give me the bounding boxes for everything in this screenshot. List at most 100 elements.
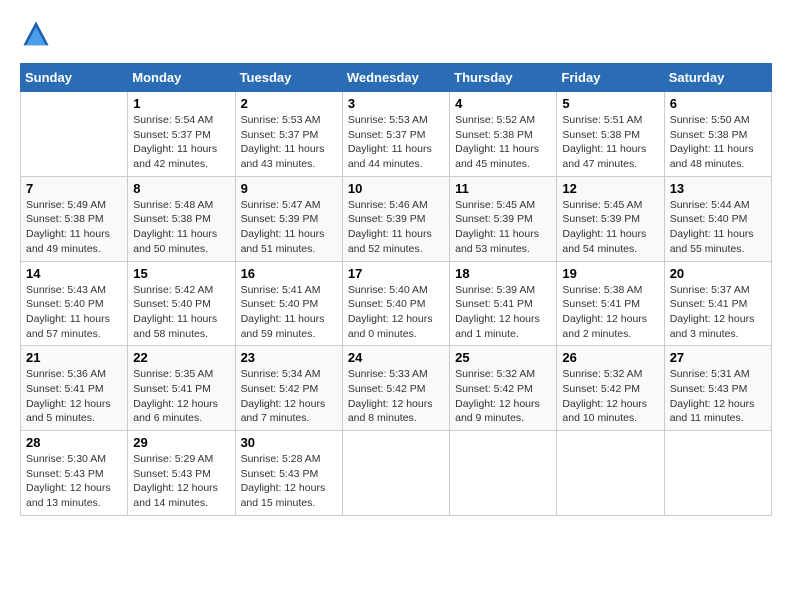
- day-info: Sunrise: 5:45 AMSunset: 5:39 PMDaylight:…: [562, 198, 658, 257]
- day-number: 23: [241, 350, 337, 365]
- calendar-cell: 9 Sunrise: 5:47 AMSunset: 5:39 PMDaylight…: [235, 176, 342, 261]
- day-info: Sunrise: 5:38 AMSunset: 5:41 PMDaylight:…: [562, 283, 658, 342]
- day-number: 19: [562, 266, 658, 281]
- day-number: 6: [670, 96, 766, 111]
- weekday-header-thursday: Thursday: [450, 64, 557, 92]
- calendar-cell: 17 Sunrise: 5:40 AMSunset: 5:40 PMDayligh…: [342, 261, 449, 346]
- day-info: Sunrise: 5:44 AMSunset: 5:40 PMDaylight:…: [670, 198, 766, 257]
- day-number: 4: [455, 96, 551, 111]
- day-info: Sunrise: 5:48 AMSunset: 5:38 PMDaylight:…: [133, 198, 229, 257]
- weekday-header-wednesday: Wednesday: [342, 64, 449, 92]
- day-number: 20: [670, 266, 766, 281]
- calendar-cell: [450, 431, 557, 516]
- day-info: Sunrise: 5:49 AMSunset: 5:38 PMDaylight:…: [26, 198, 122, 257]
- day-number: 30: [241, 435, 337, 450]
- calendar-cell: 5 Sunrise: 5:51 AMSunset: 5:38 PMDaylight…: [557, 92, 664, 177]
- calendar-cell: 19 Sunrise: 5:38 AMSunset: 5:41 PMDayligh…: [557, 261, 664, 346]
- day-number: 10: [348, 181, 444, 196]
- day-info: Sunrise: 5:41 AMSunset: 5:40 PMDaylight:…: [241, 283, 337, 342]
- calendar-cell: 28 Sunrise: 5:30 AMSunset: 5:43 PMDayligh…: [21, 431, 128, 516]
- calendar-cell: 11 Sunrise: 5:45 AMSunset: 5:39 PMDayligh…: [450, 176, 557, 261]
- calendar-cell: 24 Sunrise: 5:33 AMSunset: 5:42 PMDayligh…: [342, 346, 449, 431]
- day-number: 28: [26, 435, 122, 450]
- day-number: 22: [133, 350, 229, 365]
- calendar-cell: 18 Sunrise: 5:39 AMSunset: 5:41 PMDayligh…: [450, 261, 557, 346]
- page-header: [20, 20, 772, 53]
- day-number: 24: [348, 350, 444, 365]
- day-info: Sunrise: 5:29 AMSunset: 5:43 PMDaylight:…: [133, 452, 229, 511]
- day-number: 15: [133, 266, 229, 281]
- calendar-cell: [664, 431, 771, 516]
- day-number: 17: [348, 266, 444, 281]
- day-number: 7: [26, 181, 122, 196]
- day-info: Sunrise: 5:52 AMSunset: 5:38 PMDaylight:…: [455, 113, 551, 172]
- calendar-cell: 21 Sunrise: 5:36 AMSunset: 5:41 PMDayligh…: [21, 346, 128, 431]
- day-info: Sunrise: 5:40 AMSunset: 5:40 PMDaylight:…: [348, 283, 444, 342]
- day-number: 21: [26, 350, 122, 365]
- calendar-cell: 23 Sunrise: 5:34 AMSunset: 5:42 PMDayligh…: [235, 346, 342, 431]
- day-info: Sunrise: 5:34 AMSunset: 5:42 PMDaylight:…: [241, 367, 337, 426]
- calendar-cell: 2 Sunrise: 5:53 AMSunset: 5:37 PMDaylight…: [235, 92, 342, 177]
- day-info: Sunrise: 5:51 AMSunset: 5:38 PMDaylight:…: [562, 113, 658, 172]
- day-number: 9: [241, 181, 337, 196]
- day-number: 13: [670, 181, 766, 196]
- day-number: 16: [241, 266, 337, 281]
- day-number: 29: [133, 435, 229, 450]
- calendar-cell: 12 Sunrise: 5:45 AMSunset: 5:39 PMDayligh…: [557, 176, 664, 261]
- day-info: Sunrise: 5:35 AMSunset: 5:41 PMDaylight:…: [133, 367, 229, 426]
- calendar-cell: 3 Sunrise: 5:53 AMSunset: 5:37 PMDaylight…: [342, 92, 449, 177]
- weekday-header-friday: Friday: [557, 64, 664, 92]
- day-number: 12: [562, 181, 658, 196]
- calendar-cell: 4 Sunrise: 5:52 AMSunset: 5:38 PMDaylight…: [450, 92, 557, 177]
- day-info: Sunrise: 5:28 AMSunset: 5:43 PMDaylight:…: [241, 452, 337, 511]
- day-number: 5: [562, 96, 658, 111]
- calendar-cell: 13 Sunrise: 5:44 AMSunset: 5:40 PMDayligh…: [664, 176, 771, 261]
- logo: [20, 20, 50, 53]
- calendar-cell: 8 Sunrise: 5:48 AMSunset: 5:38 PMDaylight…: [128, 176, 235, 261]
- day-info: Sunrise: 5:33 AMSunset: 5:42 PMDaylight:…: [348, 367, 444, 426]
- day-info: Sunrise: 5:53 AMSunset: 5:37 PMDaylight:…: [241, 113, 337, 172]
- day-info: Sunrise: 5:36 AMSunset: 5:41 PMDaylight:…: [26, 367, 122, 426]
- day-info: Sunrise: 5:32 AMSunset: 5:42 PMDaylight:…: [562, 367, 658, 426]
- day-number: 3: [348, 96, 444, 111]
- day-number: 2: [241, 96, 337, 111]
- day-info: Sunrise: 5:42 AMSunset: 5:40 PMDaylight:…: [133, 283, 229, 342]
- day-info: Sunrise: 5:32 AMSunset: 5:42 PMDaylight:…: [455, 367, 551, 426]
- day-info: Sunrise: 5:45 AMSunset: 5:39 PMDaylight:…: [455, 198, 551, 257]
- calendar-cell: 10 Sunrise: 5:46 AMSunset: 5:39 PMDayligh…: [342, 176, 449, 261]
- calendar-cell: 15 Sunrise: 5:42 AMSunset: 5:40 PMDayligh…: [128, 261, 235, 346]
- calendar-cell: 16 Sunrise: 5:41 AMSunset: 5:40 PMDayligh…: [235, 261, 342, 346]
- calendar-cell: [21, 92, 128, 177]
- day-info: Sunrise: 5:47 AMSunset: 5:39 PMDaylight:…: [241, 198, 337, 257]
- calendar-cell: 27 Sunrise: 5:31 AMSunset: 5:43 PMDayligh…: [664, 346, 771, 431]
- day-number: 8: [133, 181, 229, 196]
- calendar-cell: [557, 431, 664, 516]
- weekday-header-tuesday: Tuesday: [235, 64, 342, 92]
- day-number: 18: [455, 266, 551, 281]
- calendar-table: SundayMondayTuesdayWednesdayThursdayFrid…: [20, 63, 772, 516]
- calendar-cell: 7 Sunrise: 5:49 AMSunset: 5:38 PMDaylight…: [21, 176, 128, 261]
- day-info: Sunrise: 5:46 AMSunset: 5:39 PMDaylight:…: [348, 198, 444, 257]
- calendar-cell: 22 Sunrise: 5:35 AMSunset: 5:41 PMDayligh…: [128, 346, 235, 431]
- day-info: Sunrise: 5:43 AMSunset: 5:40 PMDaylight:…: [26, 283, 122, 342]
- calendar-cell: 6Sunrise: 5:50 AMSunset: 5:38 PMDaylight…: [664, 92, 771, 177]
- calendar-cell: 20 Sunrise: 5:37 AMSunset: 5:41 PMDayligh…: [664, 261, 771, 346]
- day-info: Sunrise: 5:39 AMSunset: 5:41 PMDaylight:…: [455, 283, 551, 342]
- day-info: Sunrise: 5:53 AMSunset: 5:37 PMDaylight:…: [348, 113, 444, 172]
- day-number: 27: [670, 350, 766, 365]
- day-info: Sunrise: 5:30 AMSunset: 5:43 PMDaylight:…: [26, 452, 122, 511]
- calendar-cell: 30 Sunrise: 5:28 AMSunset: 5:43 PMDayligh…: [235, 431, 342, 516]
- day-number: 26: [562, 350, 658, 365]
- calendar-cell: 1Sunrise: 5:54 AMSunset: 5:37 PMDaylight…: [128, 92, 235, 177]
- day-info: Sunrise: 5:37 AMSunset: 5:41 PMDaylight:…: [670, 283, 766, 342]
- logo-icon: [22, 20, 50, 48]
- calendar-cell: 29 Sunrise: 5:29 AMSunset: 5:43 PMDayligh…: [128, 431, 235, 516]
- weekday-header-saturday: Saturday: [664, 64, 771, 92]
- day-info: Sunrise: 5:54 AMSunset: 5:37 PMDaylight:…: [133, 113, 229, 172]
- day-number: 25: [455, 350, 551, 365]
- day-info: Sunrise: 5:31 AMSunset: 5:43 PMDaylight:…: [670, 367, 766, 426]
- calendar-cell: 26 Sunrise: 5:32 AMSunset: 5:42 PMDayligh…: [557, 346, 664, 431]
- weekday-header-monday: Monday: [128, 64, 235, 92]
- day-number: 11: [455, 181, 551, 196]
- calendar-cell: 25 Sunrise: 5:32 AMSunset: 5:42 PMDayligh…: [450, 346, 557, 431]
